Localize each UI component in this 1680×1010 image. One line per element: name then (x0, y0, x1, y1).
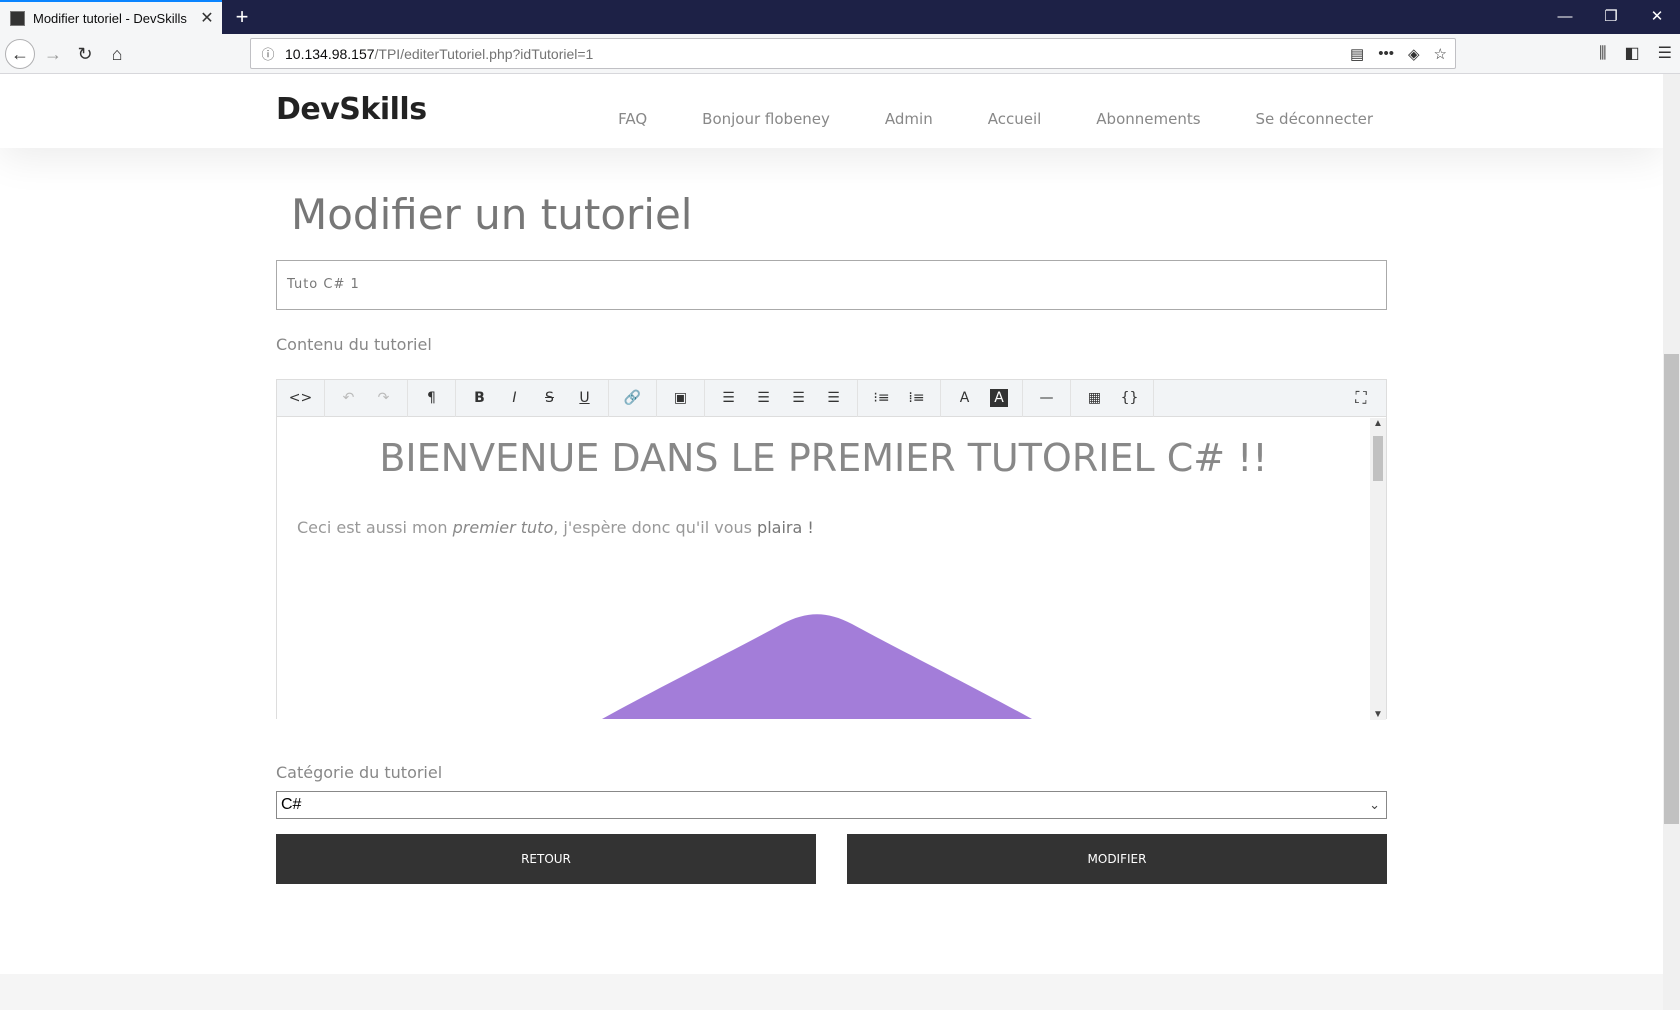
page-content: DevSkills FAQ Bonjour flobeney Admin Acc… (0, 74, 1663, 1010)
page-title: Modifier un tutoriel (291, 190, 693, 239)
highlight-color-icon[interactable]: A (990, 388, 1008, 407)
align-justify-icon[interactable]: ☰ (816, 380, 851, 417)
paragraph-text-2: , j'espère donc qu'il vous (553, 518, 758, 537)
browser-nav-bar: ← → ↻ ⌂ ⓘ 10.134.98.157/TPI/editerTutori… (0, 34, 1680, 74)
paragraph-style-icon[interactable]: ¶ (414, 380, 449, 417)
align-left-icon[interactable]: ☰ (711, 380, 746, 417)
new-tab-icon[interactable]: + (230, 3, 254, 31)
submit-button[interactable]: MODIFIER (847, 834, 1387, 884)
align-right-icon[interactable]: ☰ (781, 380, 816, 417)
italic-icon[interactable]: I (497, 380, 532, 417)
code-block-icon[interactable]: {} (1112, 380, 1147, 417)
back-button[interactable]: RETOUR (276, 834, 816, 884)
paragraph-text-1: Ceci est aussi mon (297, 518, 453, 537)
rich-text-editor: <> ↶ ↷ ¶ B I S U 🔗 ▣ ☰ ☰ ☰ ☰ ⁝≡ ⁞≡ AA — ▦{… (276, 379, 1387, 720)
url-path: /TPI/editerTutoriel.php?idTutoriel=1 (374, 45, 594, 62)
nav-subscriptions[interactable]: Abonnements (1096, 110, 1200, 128)
close-window-icon[interactable]: ✕ (1634, 0, 1680, 34)
editor-scrollbar[interactable]: ▲ ▼ (1370, 418, 1386, 720)
numbered-list-icon[interactable]: ⁞≡ (899, 380, 934, 417)
nav-user-greeting[interactable]: Bonjour flobeney (702, 110, 830, 128)
title-input[interactable]: Tuto C# 1 (276, 260, 1387, 310)
underline-icon[interactable]: U (567, 380, 602, 417)
page-scrollbar[interactable] (1663, 74, 1680, 1010)
minimize-window-icon[interactable]: — (1542, 0, 1588, 34)
site-favicon-icon (10, 10, 25, 26)
site-header: DevSkills FAQ Bonjour flobeney Admin Acc… (0, 74, 1663, 148)
paragraph-italic: premier tuto (452, 518, 554, 537)
page-footer (0, 974, 1663, 1010)
back-icon[interactable]: ← (5, 39, 35, 69)
tab-title: Modifier tutoriel - DevSkills (33, 10, 187, 26)
page-scroll-thumb[interactable] (1664, 354, 1679, 824)
image-icon[interactable]: ▣ (663, 380, 698, 417)
strikethrough-icon[interactable]: S (532, 380, 567, 417)
code-view-icon[interactable]: <> (283, 380, 318, 417)
nav-faq[interactable]: FAQ (618, 110, 647, 128)
library-icon[interactable]: ⫼ (1599, 39, 1606, 69)
site-info-icon[interactable]: ⓘ (251, 44, 285, 63)
content-label: Contenu du tutoriel (276, 335, 432, 354)
redo-icon[interactable]: ↷ (366, 380, 401, 417)
fullscreen-icon[interactable]: ⛶ (1346, 380, 1376, 417)
page-actions-icon[interactable]: ••• (1378, 45, 1394, 62)
chevron-down-icon: ⌄ (1369, 797, 1380, 812)
reader-view-icon[interactable]: ▤ (1350, 45, 1364, 63)
bookmark-star-icon[interactable]: ☆ (1434, 45, 1447, 63)
undo-icon[interactable]: ↶ (331, 380, 366, 417)
nav-admin[interactable]: Admin (885, 110, 933, 128)
editor-content-area[interactable]: BIENVENUE DANS LE PREMIER TUTORIEL C# !!… (277, 418, 1370, 719)
table-icon[interactable]: ▦ (1077, 380, 1112, 417)
browser-tab[interactable]: Modifier tutoriel - DevSkills ✕ (0, 0, 222, 34)
nav-logout[interactable]: Se déconnecter (1256, 110, 1373, 128)
horizontal-rule-icon[interactable]: — (1029, 380, 1064, 417)
category-select[interactable]: C# ⌄ (276, 791, 1387, 819)
address-bar[interactable]: ⓘ 10.134.98.157/TPI/editerTutoriel.php?i… (250, 38, 1456, 69)
bullet-list-icon[interactable]: ⁝≡ (864, 380, 899, 417)
editor-scroll-thumb[interactable] (1373, 436, 1383, 481)
align-center-icon[interactable]: ☰ (746, 380, 781, 417)
site-nav: FAQ Bonjour flobeney Admin Accueil Abonn… (618, 110, 1373, 128)
paragraph-bold: plaira ! (757, 518, 814, 537)
site-logo[interactable]: DevSkills (276, 92, 427, 127)
bold-icon[interactable]: B (462, 380, 497, 417)
nav-home[interactable]: Accueil (988, 110, 1042, 128)
link-icon[interactable]: 🔗 (615, 380, 650, 417)
close-tab-icon[interactable]: ✕ (192, 8, 222, 28)
reload-icon[interactable]: ↻ (70, 39, 100, 69)
editor-toolbar: <> ↶ ↷ ¶ B I S U 🔗 ▣ ☰ ☰ ☰ ☰ ⁝≡ ⁞≡ AA — ▦{… (277, 379, 1386, 417)
editor-heading: BIENVENUE DANS LE PREMIER TUTORIEL C# !! (379, 436, 1268, 480)
restore-window-icon[interactable]: ❐ (1588, 0, 1634, 34)
browser-tab-bar: Modifier tutoriel - DevSkills ✕ + — ❐ ✕ (0, 0, 1680, 34)
editor-paragraph: Ceci est aussi mon premier tuto, j'espèr… (297, 518, 814, 537)
home-icon[interactable]: ⌂ (102, 39, 132, 69)
scroll-up-icon[interactable]: ▲ (1370, 418, 1386, 429)
category-selected-value: C# (281, 796, 302, 813)
hamburger-menu-icon[interactable]: ☰ (1658, 39, 1672, 69)
sidebar-icon[interactable]: ◧ (1625, 39, 1640, 69)
font-color-icon[interactable]: A (947, 380, 982, 417)
editor-image[interactable] (602, 606, 1032, 719)
pocket-icon[interactable]: ◈ (1408, 45, 1420, 63)
url-host: 10.134.98.157 (285, 45, 375, 62)
scroll-down-icon[interactable]: ▼ (1370, 709, 1386, 720)
forward-icon[interactable]: → (38, 39, 68, 69)
category-label: Catégorie du tutoriel (276, 763, 443, 782)
